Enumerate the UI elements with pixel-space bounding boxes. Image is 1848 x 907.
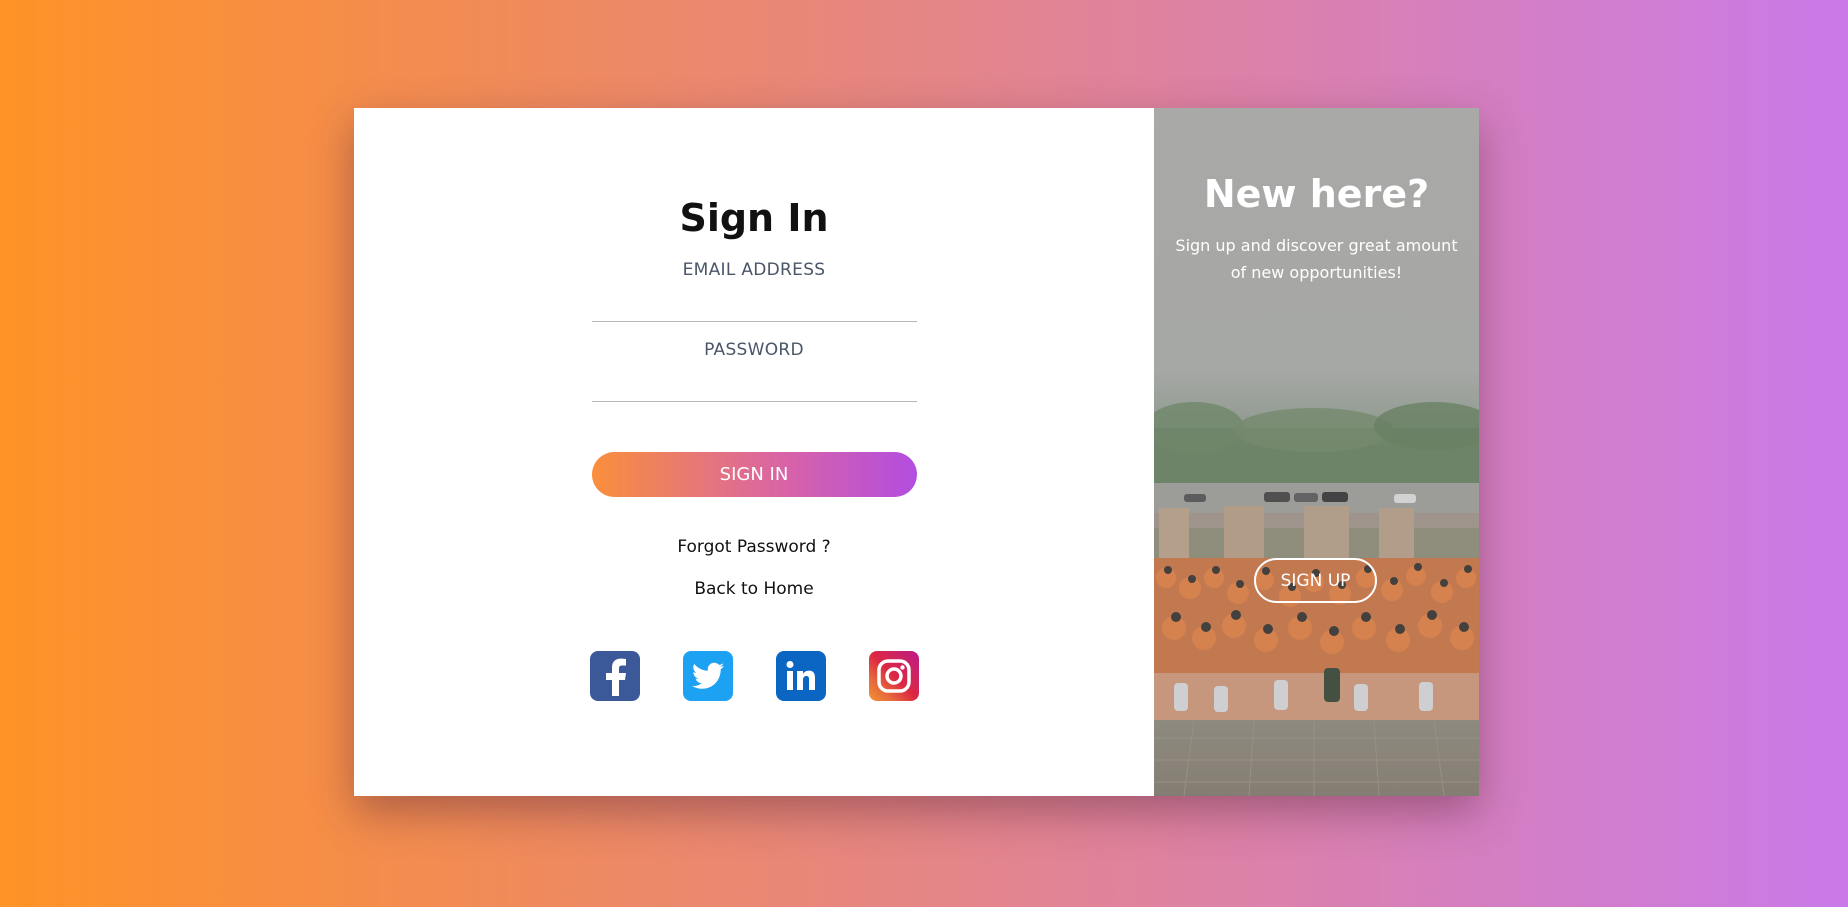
linkedin-icon[interactable]	[775, 651, 826, 701]
forgot-password-link[interactable]: Forgot Password ?	[677, 537, 830, 557]
email-field[interactable]	[591, 280, 917, 322]
social-links	[589, 651, 919, 701]
facebook-glyph	[605, 658, 626, 696]
signup-title: New here?	[1203, 172, 1430, 216]
signin-panel: Sign In EMAIL ADDRESS PASSWORD SIGN IN F…	[354, 108, 1154, 796]
signup-content: New here? Sign up and discover great amo…	[1154, 108, 1479, 796]
login-card: Sign In EMAIL ADDRESS PASSWORD SIGN IN F…	[354, 108, 1479, 796]
facebook-icon[interactable]	[589, 651, 640, 701]
password-field[interactable]	[591, 360, 917, 402]
email-field-group: EMAIL ADDRESS	[591, 260, 917, 322]
instagram-glyph	[876, 659, 911, 693]
twitter-icon[interactable]	[682, 651, 733, 701]
email-label: EMAIL ADDRESS	[682, 260, 826, 280]
linkedin-glyph	[786, 661, 815, 690]
back-to-home-link[interactable]: Back to Home	[694, 579, 813, 599]
signup-description: Sign up and discover great amount of new…	[1175, 236, 1458, 282]
sign-up-button[interactable]: SIGN UP	[1254, 558, 1377, 603]
page-title: Sign In	[679, 196, 829, 240]
signup-panel: New here? Sign up and discover great amo…	[1154, 108, 1479, 796]
password-label: PASSWORD	[704, 340, 804, 360]
password-field-group: PASSWORD	[591, 340, 917, 402]
sign-in-button[interactable]: SIGN IN	[591, 452, 917, 497]
twitter-glyph	[691, 662, 724, 689]
instagram-icon[interactable]	[868, 651, 919, 701]
